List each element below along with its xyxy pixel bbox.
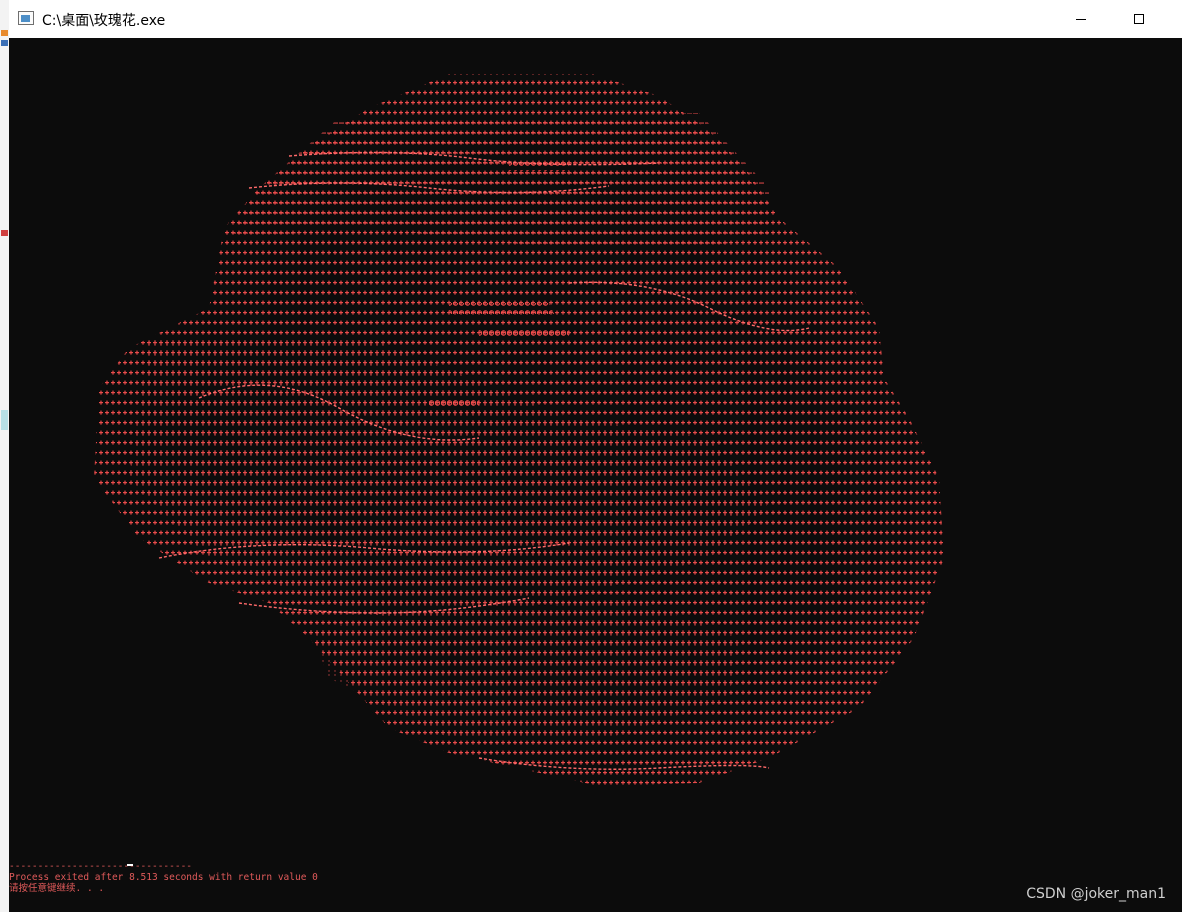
title-bar[interactable]: C:\桌面\玫瑰花.exe xyxy=(9,0,1182,39)
ascii-rose-art xyxy=(94,74,944,786)
console-output-area[interactable]: -------------------------------- Process… xyxy=(9,38,1182,912)
ide-marker-icon xyxy=(1,230,8,236)
console-window[interactable]: C:\桌面\玫瑰花.exe --------------------------… xyxy=(9,0,1182,912)
ide-marker-icon xyxy=(1,30,8,36)
rose-highlight xyxy=(429,398,479,408)
ide-marker-icon xyxy=(1,410,8,430)
rose-highlight xyxy=(479,328,569,336)
console-separator: -------------------------------- xyxy=(9,861,193,872)
console-prompt: 请按任意键继续. . . xyxy=(9,883,105,894)
watermark: CSDN @joker_man1 xyxy=(1026,886,1166,902)
console-app-icon xyxy=(18,11,34,25)
window-title: C:\桌面\玫瑰花.exe xyxy=(42,13,166,29)
maximize-button[interactable] xyxy=(1116,0,1162,38)
ide-marker-icon xyxy=(1,40,8,46)
minimize-icon xyxy=(1076,18,1086,20)
console-exit-message: Process exited after 8.513 seconds with … xyxy=(9,872,318,883)
rose-highlight xyxy=(449,303,554,314)
text-cursor xyxy=(127,864,133,866)
minimize-button[interactable] xyxy=(1058,0,1104,38)
maximize-icon xyxy=(1134,14,1144,24)
